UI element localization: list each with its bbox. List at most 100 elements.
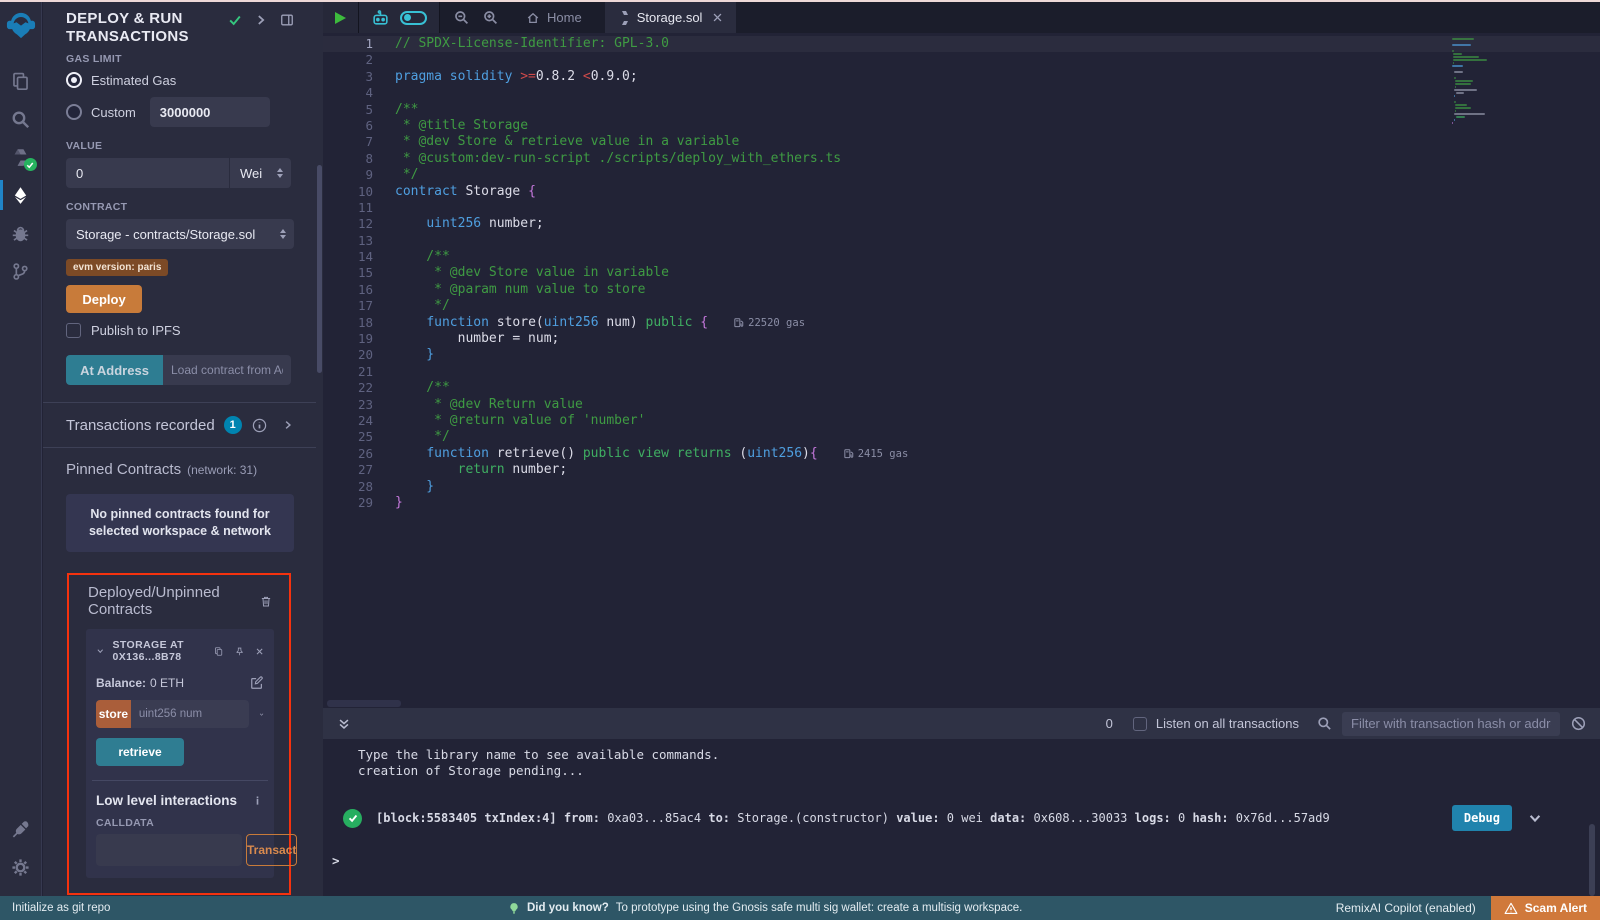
zoom-in-icon[interactable] [483,10,498,25]
code-line[interactable]: 29} [323,495,1600,511]
estimated-gas-radio[interactable] [66,72,82,88]
code-line[interactable]: 11 [323,200,1600,216]
calldata-input[interactable] [96,834,242,866]
code-line[interactable]: 27 return number; [323,462,1600,478]
value-unit-select[interactable]: Wei [229,158,291,188]
did-you-know-tip: Did you know? To prototype using the Gno… [508,902,1022,915]
tab-storage-sol[interactable]: Storage.sol [605,2,737,33]
code-line[interactable]: 12 uint256 number; [323,216,1600,232]
sidebar-item-search[interactable] [0,100,42,138]
editor-minimap[interactable] [1452,38,1542,125]
at-address-button[interactable]: At Address [66,355,163,385]
edit-icon[interactable] [250,676,264,690]
info-icon[interactable] [252,418,267,433]
code-line[interactable]: 15 * @dev Store value in variable [323,265,1600,281]
debug-button[interactable]: Debug [1452,805,1512,831]
close-icon[interactable] [255,645,264,658]
sidebar-item-debugger[interactable] [0,214,42,252]
run-script-segment[interactable] [323,2,359,33]
sidebar-item-git[interactable] [0,252,42,290]
expand-args-chevron-icon[interactable] [259,708,264,721]
terminal-scrollbar-handle[interactable] [1589,824,1595,896]
ai-copilot-robot-icon[interactable] [371,9,390,26]
copy-icon[interactable] [214,645,223,658]
collapse-terminal-icon[interactable] [337,717,351,731]
sidebar-item-deploy-run[interactable] [0,176,42,214]
clear-console-icon[interactable] [1571,716,1586,731]
publish-ipfs-checkbox[interactable] [66,323,81,338]
git-init-status[interactable]: Initialize as git repo [12,902,110,914]
publish-ipfs-row[interactable]: Publish to IPFS [66,323,294,338]
code-line[interactable]: 23 * @dev Return value [323,397,1600,413]
remix-logo[interactable] [6,10,36,40]
panel-scrollbar[interactable] [316,2,323,896]
deployed-contract-title[interactable]: STORAGE AT 0X136...8B78 [113,639,215,663]
deploy-run-panel: DEPLOY & RUN TRANSACTIONS GAS LIMIT Esti… [43,2,316,896]
transactions-recorded-row[interactable]: Transactions recorded 1 [66,403,294,447]
terminal-filter-input[interactable] [1342,712,1560,736]
listen-all-checkbox[interactable] [1133,717,1147,731]
code-line[interactable]: 5/** [323,102,1600,118]
code-line[interactable]: 18 function store(uint256 num) public {2… [323,315,1600,331]
code-line[interactable]: 9 */ [323,167,1600,183]
sidebar-item-plugin-manager[interactable] [0,810,42,848]
code-line[interactable]: 24 * @return value of 'number' [323,413,1600,429]
code-line[interactable]: 10contract Storage { [323,184,1600,200]
chevron-right-icon [282,419,294,431]
contract-select[interactable]: Storage - contracts/Storage.sol [66,219,294,249]
transaction-log-row[interactable]: [block:5583405 txIndex:4] from: 0xa03...… [343,805,1600,831]
sidebar-item-file-explorer[interactable] [0,62,42,100]
code-line[interactable]: 1// SPDX-License-Identifier: GPL-3.0 [323,36,1600,52]
panel-collapse-icon[interactable] [254,13,268,27]
zoom-out-icon[interactable] [454,10,469,25]
panel-pin-layout-icon[interactable] [280,13,294,27]
scam-alert-button[interactable]: Scam Alert [1491,896,1600,920]
code-line[interactable]: 4 [323,85,1600,101]
deploy-button[interactable]: Deploy [66,285,142,313]
store-function-button[interactable]: store [96,700,131,728]
code-line[interactable]: 13 [323,233,1600,249]
custom-gas-radio[interactable] [66,104,82,120]
deploy-run-icon [11,186,30,205]
editor-hscrollbar[interactable] [327,700,401,707]
code-line[interactable]: 26 function retrieve() public view retur… [323,446,1600,462]
code-line[interactable]: 2 [323,52,1600,68]
copilot-status[interactable]: RemixAI Copilot (enabled) [1336,901,1476,915]
retrieve-function-button[interactable]: retrieve [96,738,184,766]
code-line[interactable]: 6 * @title Storage [323,118,1600,134]
code-line[interactable]: 19 number = num; [323,331,1600,347]
chevron-down-icon[interactable] [96,645,105,657]
code-line[interactable]: 8 * @custom:dev-run-script ./scripts/dep… [323,151,1600,167]
code-line[interactable]: 20 } [323,347,1600,363]
code-line[interactable]: 3pragma solidity >=0.8.2 <0.9.0; [323,69,1600,85]
estimated-gas-option[interactable]: Estimated Gas [66,72,294,88]
code-line[interactable]: 7 * @dev Store & retrieve value in a var… [323,134,1600,150]
store-arg-input[interactable] [131,700,249,728]
at-address-input[interactable] [163,355,291,385]
info-icon[interactable] [251,794,264,807]
panel-scrollbar-handle[interactable] [317,165,322,373]
code-line[interactable]: 16 * @param num value to store [323,282,1600,298]
code-line[interactable]: 25 */ [323,429,1600,445]
pin-icon[interactable] [235,645,244,658]
code-line[interactable]: 22 /** [323,380,1600,396]
status-bar: Initialize as git repo Did you know? To … [0,896,1600,920]
expand-tx-chevron-icon[interactable] [1528,811,1542,825]
code-line[interactable]: 28 } [323,479,1600,495]
code-line[interactable]: 17 */ [323,298,1600,314]
code-line[interactable]: 14 /** [323,249,1600,265]
code-line[interactable]: 21 [323,364,1600,380]
run-script-icon[interactable] [335,12,346,24]
code-editor[interactable]: 1// SPDX-License-Identifier: GPL-3.023pr… [323,33,1600,708]
copilot-toggle[interactable] [400,11,427,25]
custom-gas-input[interactable] [150,97,270,127]
terminal-prompt[interactable]: > [332,853,340,868]
close-tab-icon[interactable] [712,12,723,23]
sidebar-item-settings[interactable] [0,848,42,886]
trash-icon[interactable] [260,594,272,609]
sidebar-item-solidity-compiler[interactable] [0,138,42,176]
terminal-output[interactable]: Type the library name to see available c… [323,739,1600,896]
transact-button[interactable]: Transact [246,834,297,866]
tab-home[interactable]: Home [512,2,596,33]
value-input[interactable] [66,158,229,188]
